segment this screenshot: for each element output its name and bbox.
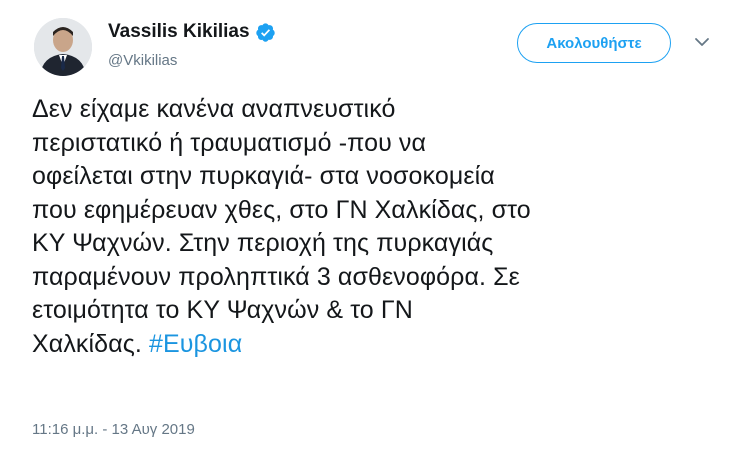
- tweet-line: που εφημέρευαν χθες, στο ΓΝ Χαλκίδας, στ…: [32, 195, 531, 224]
- author-name[interactable]: Vassilis Kikilias: [108, 21, 276, 43]
- tweet-line: παραμένουν προληπτικά 3 ασθενοφόρα. Σε: [32, 262, 520, 291]
- tweet-text: Δεν είχαμε κανένα αναπνευστικό περιστατι…: [32, 93, 712, 361]
- tweet-line: Δεν είχαμε κανένα αναπνευστικό: [32, 95, 396, 123]
- tweet-line: ΚΥ Ψαχνών. Στην περιοχή της πυρκαγιάς: [32, 229, 494, 257]
- verified-badge-icon: [255, 22, 275, 42]
- tweet-line-text: Χαλκίδας.: [32, 329, 149, 358]
- author-handle[interactable]: @Vkikilias: [108, 52, 177, 69]
- profile-photo: [34, 18, 92, 76]
- follow-button[interactable]: Ακολουθήστε: [517, 23, 671, 63]
- tweet-line: ετοιμότητα το ΚΥ Ψαχνών & το ΓΝ: [32, 296, 413, 324]
- avatar[interactable]: [34, 18, 92, 76]
- author-name-text[interactable]: Vassilis Kikilias: [108, 21, 250, 43]
- tweet-line: οφείλεται στην πυρκαγιά- στα νοσοκομεία: [32, 162, 495, 190]
- chevron-down-icon[interactable]: [694, 36, 710, 48]
- hashtag-link[interactable]: #Ευβοια: [149, 330, 242, 358]
- tweet-line-last: Χαλκίδας. #Ευβοια: [32, 328, 712, 362]
- tweet-timestamp[interactable]: 11:16 μ.μ. - 13 Αυγ 2019: [32, 421, 195, 438]
- tweet-line: περιστατικό ή τραυματισμό -που να: [32, 128, 427, 157]
